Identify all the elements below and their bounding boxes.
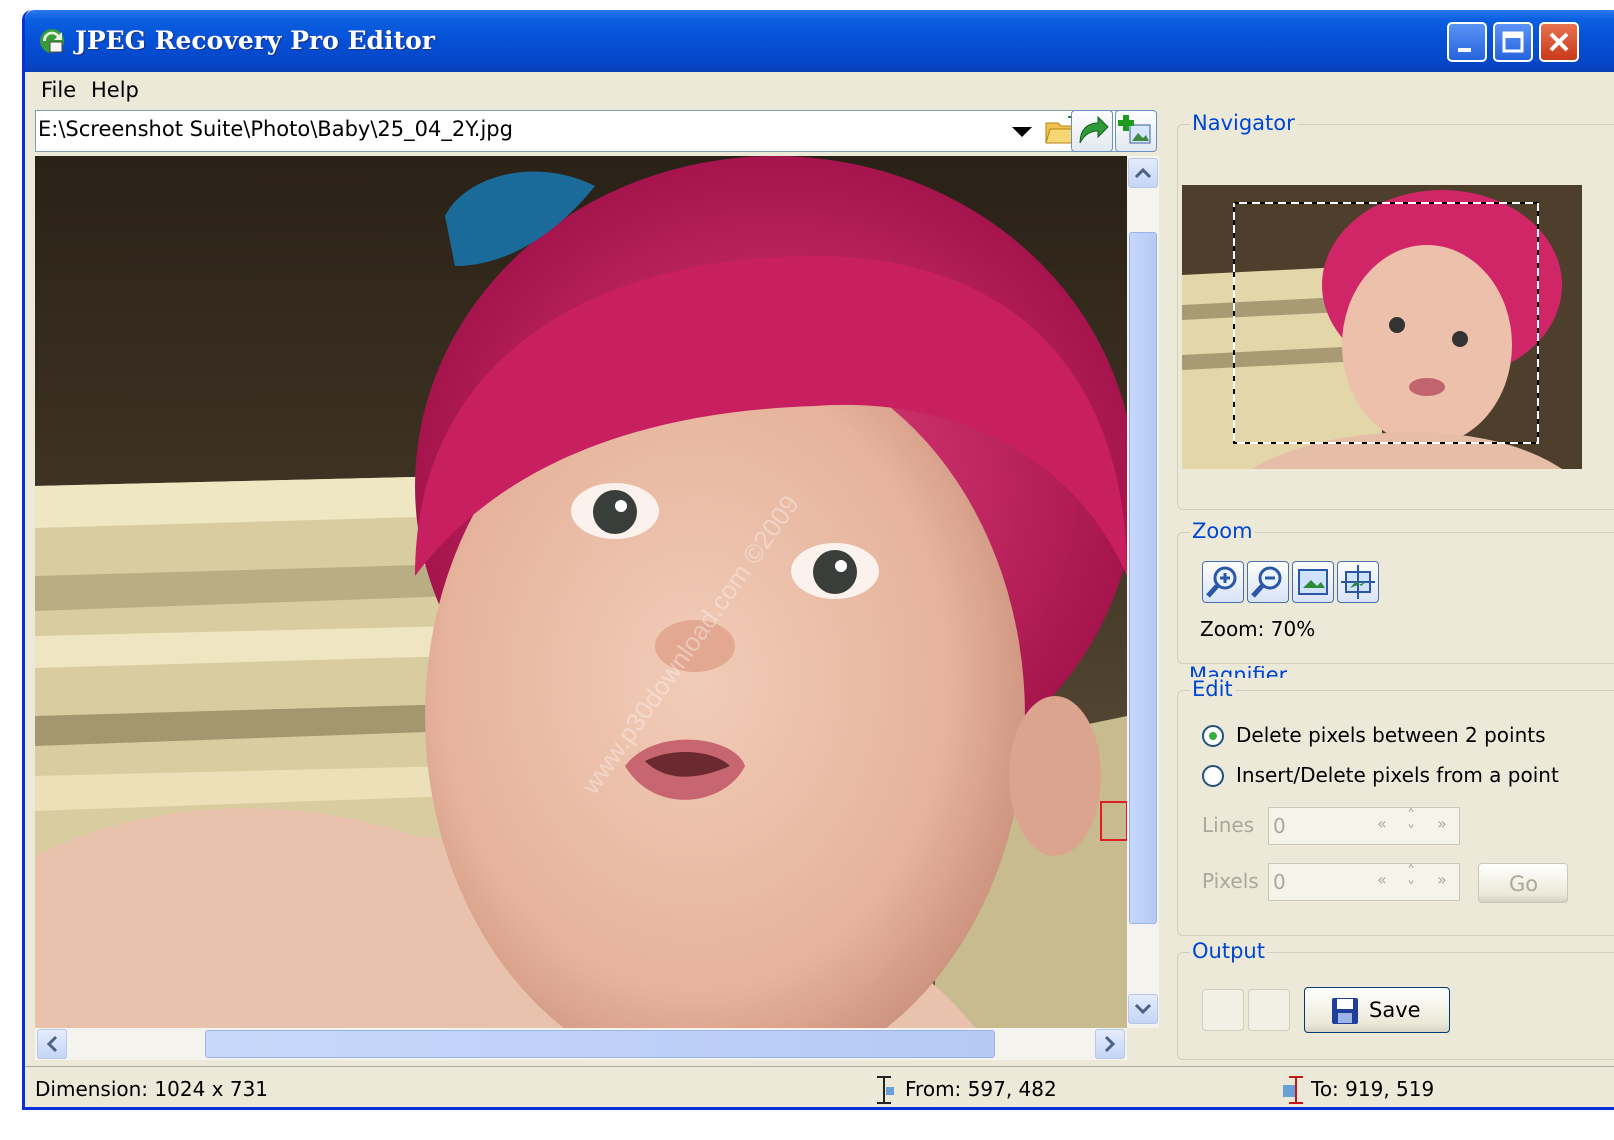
file-path-combobox[interactable]: E:\Screenshot Suite\Photo\Baby\25_04_2Y.…	[35, 110, 1123, 152]
title-bar[interactable]: JPEG Recovery Pro Editor	[25, 10, 1614, 72]
fit-window-icon	[1298, 569, 1328, 595]
actual-size-icon	[1341, 565, 1375, 599]
menu-file[interactable]: File	[41, 78, 76, 102]
output-option-box-1[interactable]	[1202, 989, 1244, 1031]
output-title: Output	[1190, 939, 1267, 963]
close-icon	[1549, 32, 1569, 52]
from-point-status: From: 597, 482	[905, 1077, 1057, 1101]
vertical-scrollbar[interactable]	[1127, 156, 1159, 1028]
lines-forward-icon[interactable]: »	[1437, 814, 1447, 833]
horizontal-scrollbar[interactable]	[35, 1028, 1127, 1060]
menu-help-label: Help	[91, 78, 139, 102]
chevron-down-icon	[1134, 1003, 1152, 1015]
save-button[interactable]: Save	[1304, 987, 1450, 1033]
maximize-icon	[1502, 31, 1524, 53]
zoom-group: Zoom Zoom: 70%	[1177, 519, 1614, 664]
edit-group: Edit Delete pixels between 2 points Inse…	[1177, 677, 1614, 936]
delete-between-points-radio[interactable]	[1202, 725, 1224, 747]
chevron-left-icon	[46, 1035, 58, 1053]
pixels-rewind-icon[interactable]: «	[1377, 870, 1387, 889]
zoom-in-icon	[1206, 566, 1237, 598]
edit-title: Edit	[1190, 677, 1235, 701]
pixels-label: Pixels	[1202, 869, 1259, 893]
chevron-up-icon	[1134, 167, 1152, 179]
menu-bar: File Help	[25, 72, 1614, 108]
output-group: Output Save	[1177, 939, 1614, 1060]
menu-file-label: File	[41, 78, 77, 102]
scroll-up-button[interactable]	[1128, 158, 1158, 188]
navigator-preview-image	[1182, 185, 1582, 469]
side-panel: Navigator Zoom Zoom: 70% Magnifier Edit …	[1163, 110, 1614, 1062]
output-option-box-2[interactable]	[1248, 989, 1290, 1031]
zoom-title: Zoom	[1190, 519, 1255, 543]
zoom-in-button[interactable]	[1202, 561, 1244, 603]
delete-between-points-label: Delete pixels between 2 points	[1236, 723, 1546, 747]
from-cursor-icon	[877, 1076, 894, 1104]
zoom-level-text: Zoom: 70%	[1200, 617, 1316, 641]
pixels-value: 0	[1273, 870, 1286, 894]
chevron-right-icon	[1104, 1035, 1116, 1053]
add-image-icon	[1118, 115, 1151, 144]
add-image-button[interactable]	[1115, 110, 1157, 152]
pixels-forward-icon[interactable]: »	[1437, 870, 1447, 889]
lines-spinner[interactable]: 0 « ˄ ˅ »	[1268, 807, 1460, 845]
go-button-label: Go	[1509, 872, 1539, 896]
file-path-text: E:\Screenshot Suite\Photo\Baby\25_04_2Y.…	[38, 117, 513, 141]
horizontal-scroll-thumb[interactable]	[205, 1030, 995, 1058]
pixels-updown-icon[interactable]: ˄ ˅	[1407, 864, 1415, 896]
actual-size-button[interactable]	[1337, 561, 1379, 603]
pixels-spinner[interactable]: 0 « ˄ ˅ »	[1268, 863, 1460, 901]
to-cursor-icon	[1283, 1076, 1303, 1104]
dimension-status: Dimension: 1024 x 731	[35, 1077, 269, 1101]
scroll-right-button[interactable]	[1095, 1029, 1125, 1059]
insert-delete-from-point-radio[interactable]	[1202, 765, 1224, 787]
vertical-scroll-thumb[interactable]	[1129, 232, 1157, 924]
baby-photo: www.p30download.com ©2009	[35, 156, 1127, 1028]
lines-updown-icon[interactable]: ˄ ˅	[1407, 808, 1415, 840]
image-viewer[interactable]: www.p30download.com ©2009	[35, 156, 1127, 1028]
scroll-down-button[interactable]	[1128, 994, 1158, 1024]
green-arrow-icon	[1079, 115, 1109, 144]
export-button[interactable]	[1071, 110, 1113, 152]
app-recovery-icon	[40, 29, 64, 53]
minimize-icon	[1458, 48, 1471, 52]
navigator-group: Navigator	[1177, 111, 1614, 510]
window-title: JPEG Recovery Pro Editor	[75, 26, 435, 55]
menu-help[interactable]: Help	[91, 78, 139, 102]
go-button[interactable]: Go	[1478, 863, 1568, 903]
fit-window-button[interactable]	[1292, 561, 1334, 603]
insert-delete-from-point-label: Insert/Delete pixels from a point	[1236, 763, 1559, 787]
navigator-thumbnail[interactable]	[1182, 185, 1582, 469]
lines-label: Lines	[1202, 813, 1255, 837]
to-point-status: To: 919, 519	[1311, 1077, 1435, 1101]
save-button-label: Save	[1369, 998, 1421, 1022]
zoom-out-icon	[1251, 566, 1282, 598]
navigator-title: Navigator	[1190, 111, 1297, 135]
zoom-out-button[interactable]	[1247, 561, 1289, 603]
app-window: JPEG Recovery Pro Editor File Help E:\Sc…	[22, 10, 1614, 1110]
floppy-disk-icon	[1332, 998, 1358, 1024]
minimize-button[interactable]	[1447, 22, 1487, 62]
maximize-button[interactable]	[1493, 22, 1533, 62]
dropdown-arrow-icon[interactable]	[1012, 127, 1032, 137]
scroll-left-button[interactable]	[37, 1029, 67, 1059]
close-button[interactable]	[1539, 22, 1579, 62]
status-bar: Dimension: 1024 x 731 From: 597, 482 To:…	[25, 1066, 1614, 1107]
lines-value: 0	[1273, 814, 1286, 838]
lines-rewind-icon[interactable]: «	[1377, 814, 1387, 833]
